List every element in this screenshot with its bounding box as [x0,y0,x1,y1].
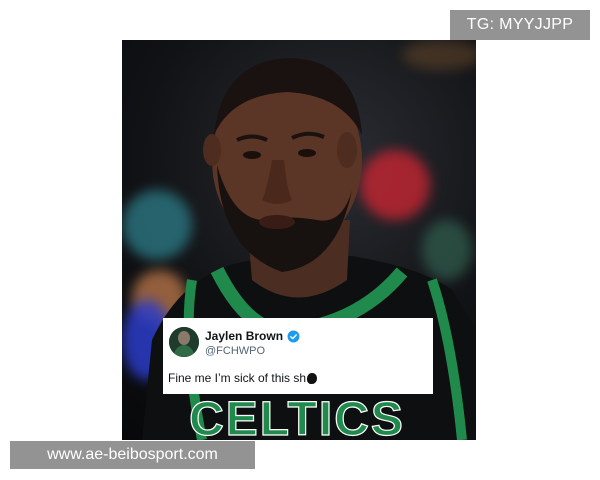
verified-badge-icon [287,330,300,343]
jersey-lettering: CELTICS [189,393,405,440]
tweet-card[interactable]: Jaylen Brown @FCHWPO Fine me I’m sick of… [163,318,433,394]
tweet-text: Fine me I’m sick of this sh [168,371,307,385]
avatar-image [169,327,199,357]
watermark-bottom: www.ae-beibosport.com [10,441,255,469]
avatar[interactable] [169,327,199,357]
tweet-author-name[interactable]: Jaylen Brown [205,329,283,343]
tweet-body: Fine me I’m sick of this sh [168,371,318,385]
tweet-author-handle[interactable]: @FCHWPO [205,345,265,357]
censor-emoji-icon [307,372,318,384]
tweet-author-row: Jaylen Brown [205,329,300,343]
watermark-top: TG: MYYJJPP [450,10,590,40]
